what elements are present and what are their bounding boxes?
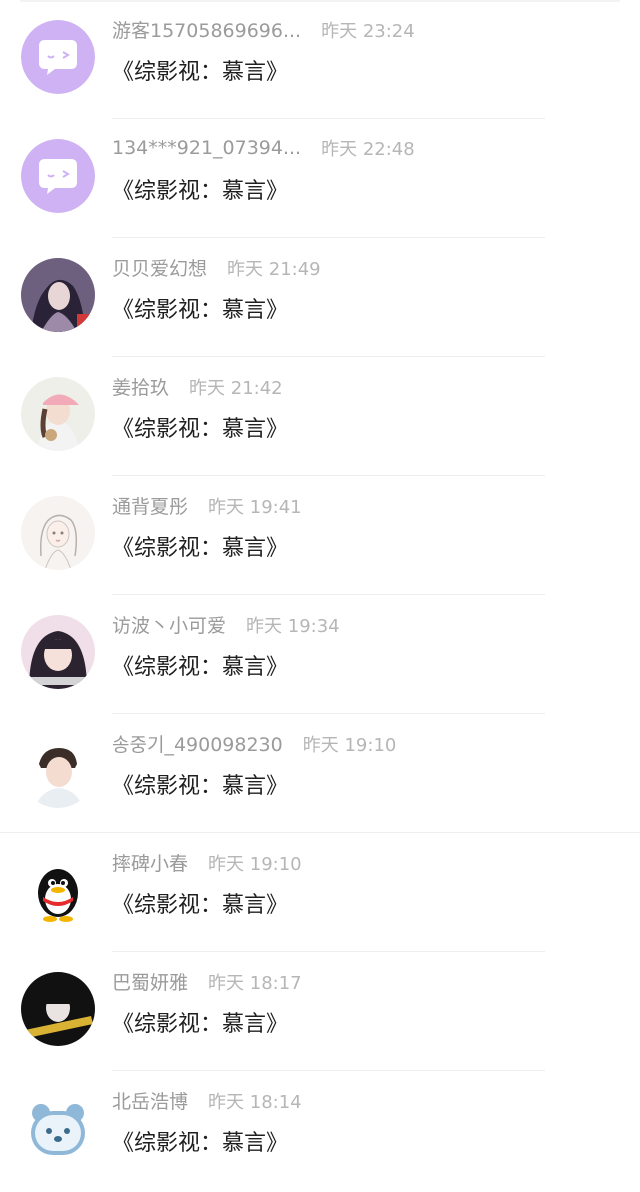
list-item[interactable]: 巴蜀妍雅 昨天 18:17 《综影视：慕言》: [0, 952, 640, 1071]
sketch-girl-avatar[interactable]: [21, 496, 95, 570]
anime-girl-avatar[interactable]: [21, 258, 95, 332]
timestamp: 昨天 21:42: [189, 377, 283, 399]
timestamp: 昨天 19:10: [302, 734, 397, 756]
timestamp: 昨天 18:14: [208, 1091, 302, 1113]
list-item[interactable]: 姜拾玖 昨天 21:42 《综影视：慕言》: [0, 357, 640, 476]
comment-list: 游客15705869696... 昨天 23:24 《综影视：慕言》 134***…: [0, 0, 640, 1192]
list-item[interactable]: 贝贝爱幻想 昨天 21:49 《综影视：慕言》: [0, 238, 640, 357]
girl-portrait-avatar[interactable]: [21, 615, 95, 689]
chat-bubble-avatar[interactable]: [21, 20, 95, 94]
list-item[interactable]: 송중기_490098230 昨天 19:10 《综影视：慕言》: [0, 714, 640, 833]
timestamp: 昨天 23:24: [321, 20, 415, 42]
book-title[interactable]: 《综影视：慕言》: [112, 411, 288, 443]
book-title[interactable]: 《综影视：慕言》: [112, 530, 288, 562]
username[interactable]: 巴蜀妍雅: [112, 968, 188, 995]
timestamp: 昨天 21:49: [227, 258, 321, 280]
book-title[interactable]: 《综影视：慕言》: [112, 649, 288, 681]
username[interactable]: 134***921_07394...: [112, 137, 301, 159]
chat-bubble-avatar[interactable]: [21, 139, 95, 213]
timestamp: 昨天 19:41: [208, 496, 302, 518]
username[interactable]: 北岳浩博: [112, 1087, 188, 1114]
book-title[interactable]: 《综影视：慕言》: [112, 1006, 288, 1038]
dark-girl-avatar[interactable]: [21, 972, 95, 1046]
list-item[interactable]: 134***921_07394... 昨天 22:48 《综影视：慕言》: [0, 119, 640, 238]
book-title[interactable]: 《综影视：慕言》: [112, 173, 288, 205]
timestamp: 昨天 19:34: [246, 615, 340, 637]
timestamp: 昨天 19:10: [208, 853, 302, 875]
list-item[interactable]: 访波丶小可爱 昨天 19:34 《综影视：慕言》: [0, 595, 640, 714]
username[interactable]: 游客15705869696...: [112, 16, 301, 43]
timestamp: 昨天 22:48: [321, 139, 415, 160]
boy-portrait-avatar[interactable]: [21, 734, 95, 808]
username[interactable]: 송중기_490098230: [112, 730, 283, 757]
username[interactable]: 访波丶小可爱: [112, 611, 226, 638]
qq-penguin-avatar[interactable]: [21, 853, 95, 927]
list-item[interactable]: 游客15705869696... 昨天 23:24 《综影视：慕言》: [0, 0, 640, 119]
list-item[interactable]: 北岳浩博 昨天 18:14 《综影视：慕言》: [0, 1071, 640, 1190]
username[interactable]: 通背夏彤: [112, 492, 188, 519]
book-title[interactable]: 《综影视：慕言》: [112, 768, 288, 800]
username[interactable]: 摔碑小春: [112, 849, 188, 876]
list-item[interactable]: 摔碑小春 昨天 19:10 《综影视：慕言》: [0, 833, 640, 952]
timestamp: 昨天 18:17: [208, 972, 302, 994]
username[interactable]: 姜拾玖: [112, 373, 169, 400]
book-title[interactable]: 《综影视：慕言》: [112, 1125, 288, 1157]
book-title[interactable]: 《综影视：慕言》: [112, 887, 288, 919]
book-title[interactable]: 《综影视：慕言》: [112, 292, 288, 324]
list-item[interactable]: 通背夏彤 昨天 19:41 《综影视：慕言》: [0, 476, 640, 595]
username[interactable]: 贝贝爱幻想: [112, 254, 207, 281]
girl-pink-cap-avatar[interactable]: [21, 377, 95, 451]
bear-avatar[interactable]: [21, 1091, 95, 1165]
book-title[interactable]: 《综影视：慕言》: [112, 54, 288, 86]
